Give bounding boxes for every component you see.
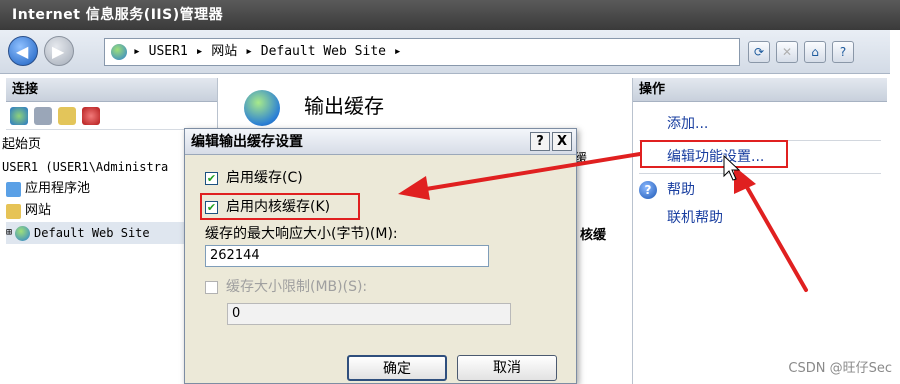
highlight-box-edit-settings: [640, 140, 788, 168]
action-help[interactable]: 帮助: [633, 176, 887, 204]
stop-icon[interactable]: ✕: [776, 41, 798, 63]
connections-header: 连接: [6, 78, 217, 102]
actions-pane: 操作 添加... 编辑功能设置... ? 帮助 联机帮助: [632, 78, 887, 384]
close-button[interactable]: X: [552, 132, 572, 151]
dialog-title-bar: 编辑输出缓存设置 ? X: [185, 129, 576, 155]
help-row: ? 帮助: [633, 176, 887, 204]
action-add[interactable]: 添加...: [633, 110, 887, 138]
tree-item-label: Default Web Site: [34, 226, 150, 240]
max-response-size-label: 缓存的最大响应大小(字节)(M):: [205, 226, 398, 242]
tree-item-label: 起始页: [2, 137, 42, 152]
globe-icon: [15, 225, 31, 241]
tree-item-label: USER1 (USER1\Administra: [2, 160, 169, 174]
cache-size-limit-field[interactable]: 0: [227, 303, 511, 325]
forward-button[interactable]: ▶: [44, 36, 74, 66]
back-button[interactable]: ◀: [8, 36, 38, 66]
home-icon[interactable]: ⌂: [804, 41, 826, 63]
globe-icon: [111, 44, 127, 60]
disconnect-icon[interactable]: [82, 106, 100, 125]
address-path: ▸ USER1 ▸ 网站 ▸ Default Web Site ▸: [133, 44, 402, 59]
watermark: CSDN @旺仔Sec: [788, 361, 892, 376]
enable-cache-label: 启用缓存(C): [226, 170, 303, 186]
enable-cache-checkbox[interactable]: ✔: [205, 171, 218, 185]
sites-folder-icon: [6, 203, 21, 219]
forward-arrow-icon: ▶: [52, 42, 65, 61]
toolbar-icons: ⟳ ✕ ⌂ ?: [748, 40, 854, 64]
divider: [639, 173, 881, 174]
tree-item-label: 应用程序池: [25, 181, 91, 196]
max-response-size-field[interactable]: 262144: [205, 245, 489, 267]
help-icon: ?: [639, 181, 657, 199]
navigation-toolbar: ◀ ▶ ▸ USER1 ▸ 网站 ▸ Default Web Site ▸ ⟳ …: [0, 30, 890, 74]
back-arrow-icon: ◀: [16, 42, 29, 61]
help-button[interactable]: ?: [530, 132, 550, 151]
tree-item-label: 网站: [25, 203, 52, 218]
cache-size-limit-row[interactable]: 缓存大小限制(MB)(S):: [205, 276, 367, 298]
expand-icon[interactable]: ⊞: [6, 222, 12, 244]
app-pool-icon: [6, 181, 21, 197]
connections-toolbar: [6, 102, 217, 130]
refresh-icon[interactable]: ⟳: [748, 41, 770, 63]
enable-cache-row[interactable]: ✔ 启用缓存(C): [205, 167, 303, 189]
ok-button[interactable]: 确定: [347, 355, 447, 381]
column-header-fragment: 核缓: [580, 228, 607, 243]
cache-size-limit-checkbox[interactable]: [205, 280, 218, 294]
actions-header: 操作: [633, 78, 887, 102]
help-icon[interactable]: ?: [832, 41, 854, 63]
edit-output-cache-dialog: 编辑输出缓存设置 ? X ✔ 启用缓存(C) ✔ 启用内核缓存(K) 缓存的最大…: [184, 128, 577, 384]
feature-title: 输出缓存: [304, 94, 384, 118]
save-icon[interactable]: [34, 106, 52, 125]
action-online-help[interactable]: 联机帮助: [633, 204, 887, 232]
dialog-title: 编辑输出缓存设置: [191, 134, 303, 150]
connect-icon[interactable]: [10, 106, 28, 125]
cache-size-limit-label: 缓存大小限制(MB)(S):: [226, 279, 368, 295]
feature-header: 输出缓存: [226, 78, 626, 128]
globe-icon: [244, 90, 280, 126]
dialog-title-buttons: ? X: [530, 132, 572, 151]
window-title: Internet 信息服务(IIS)管理器: [0, 0, 900, 30]
cancel-button[interactable]: 取消: [457, 355, 557, 381]
highlight-box-kernel-cache: [200, 193, 360, 220]
folder-up-icon[interactable]: [58, 106, 76, 125]
address-bar[interactable]: ▸ USER1 ▸ 网站 ▸ Default Web Site ▸: [104, 38, 740, 66]
